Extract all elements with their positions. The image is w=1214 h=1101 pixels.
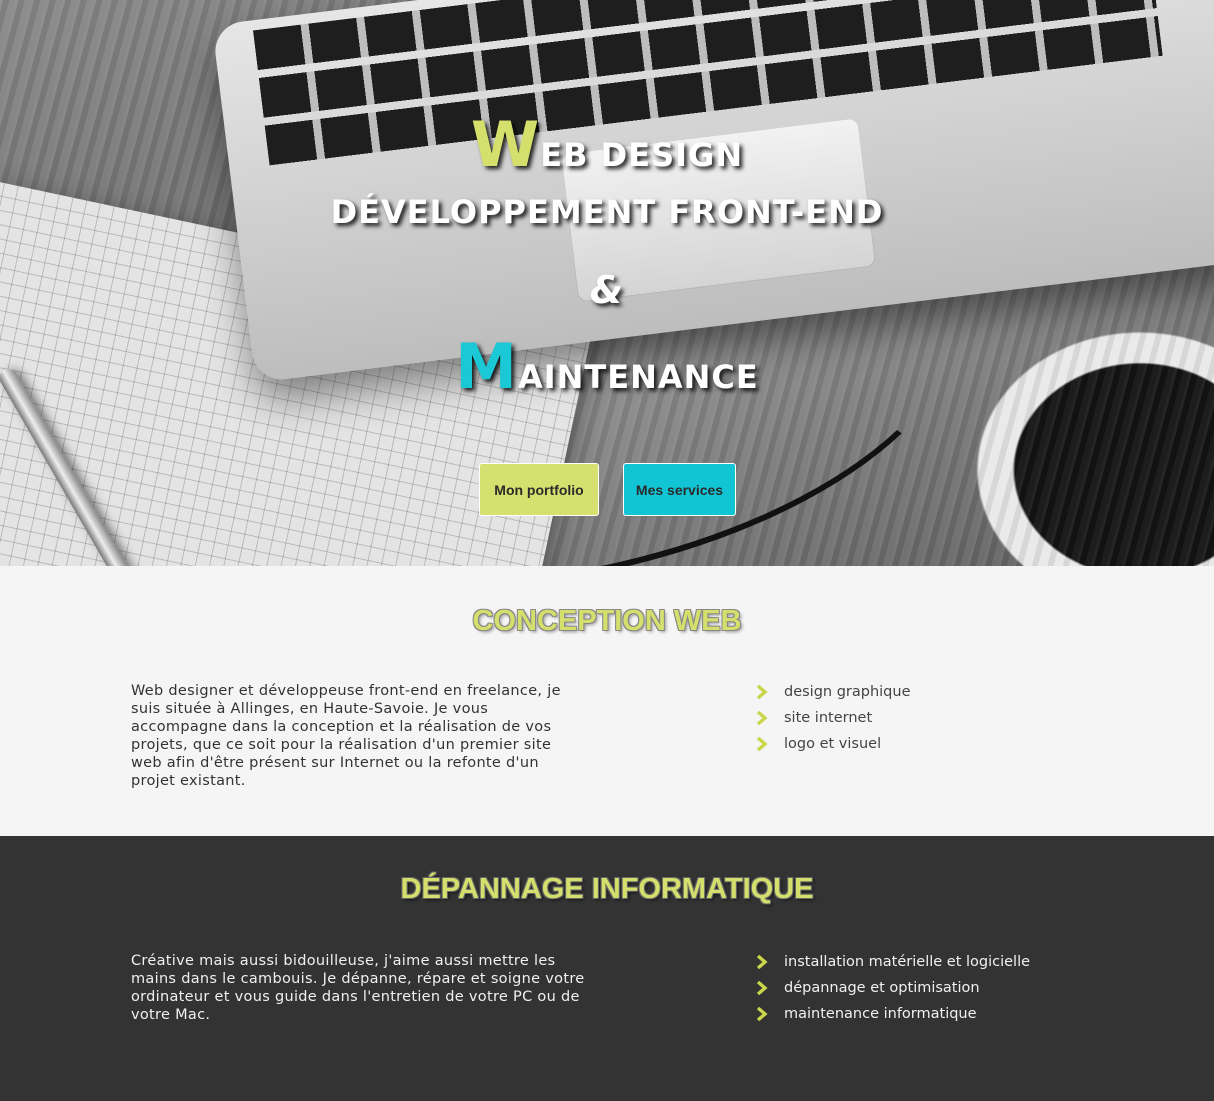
section-description: Créative mais aussi bidouilleuse, j'aime… <box>131 953 585 1023</box>
section-title: DÉPANNAGE INFORMATIQUE <box>400 873 814 905</box>
services-button[interactable]: Mes services <box>623 463 736 516</box>
chevron-right-icon <box>756 737 784 751</box>
list-item-label: installation matérielle et logicielle <box>784 954 1031 970</box>
section-description: Web designer et développeuse front-end e… <box>131 683 561 789</box>
list-item-label: maintenance informatique <box>784 1006 977 1022</box>
service-list: design graphique site internet logo et v… <box>756 679 911 757</box>
list-item-label: site internet <box>784 710 873 726</box>
list-item: dépannage et optimisation <box>756 975 1030 1001</box>
list-item: installation matérielle et logicielle <box>756 949 1030 975</box>
hero-banner: WEB DESIGN DÉVELOPPEMENT FRONT-END & MAI… <box>0 0 1214 566</box>
chevron-right-icon <box>756 955 784 969</box>
hero-title-rest: EB DESIGN <box>540 136 744 174</box>
chevron-right-icon <box>756 685 784 699</box>
list-item-label: logo et visuel <box>784 736 882 752</box>
section-title: CONCEPTION WEB <box>472 605 742 637</box>
portfolio-button[interactable]: Mon portfolio <box>479 463 599 516</box>
hero-title-initial: W <box>470 108 541 181</box>
depannage-section: DÉPANNAGE INFORMATIQUE Créative mais aus… <box>0 836 1214 1101</box>
hero-title-web-design: WEB DESIGN <box>0 108 1214 181</box>
list-item: site internet <box>756 705 911 731</box>
list-item: design graphique <box>756 679 911 705</box>
list-item-label: design graphique <box>784 684 911 700</box>
chevron-right-icon <box>756 981 784 995</box>
hero-title-maintenance: MAINTENANCE <box>0 330 1214 403</box>
chevron-right-icon <box>756 711 784 725</box>
hero-title-developpement: DÉVELOPPEMENT FRONT-END <box>330 193 884 231</box>
list-item: maintenance informatique <box>756 1001 1030 1027</box>
conception-web-section: CONCEPTION WEB Web designer et développe… <box>0 566 1214 836</box>
hero-title-ampersand: & <box>589 268 625 312</box>
chevron-right-icon <box>756 1007 784 1021</box>
list-item: logo et visuel <box>756 731 911 757</box>
hero-title-rest: AINTENANCE <box>517 358 759 396</box>
list-item-label: dépannage et optimisation <box>784 980 980 996</box>
hero-title-initial: M <box>455 330 518 403</box>
service-list: installation matérielle et logicielle dé… <box>756 949 1030 1027</box>
